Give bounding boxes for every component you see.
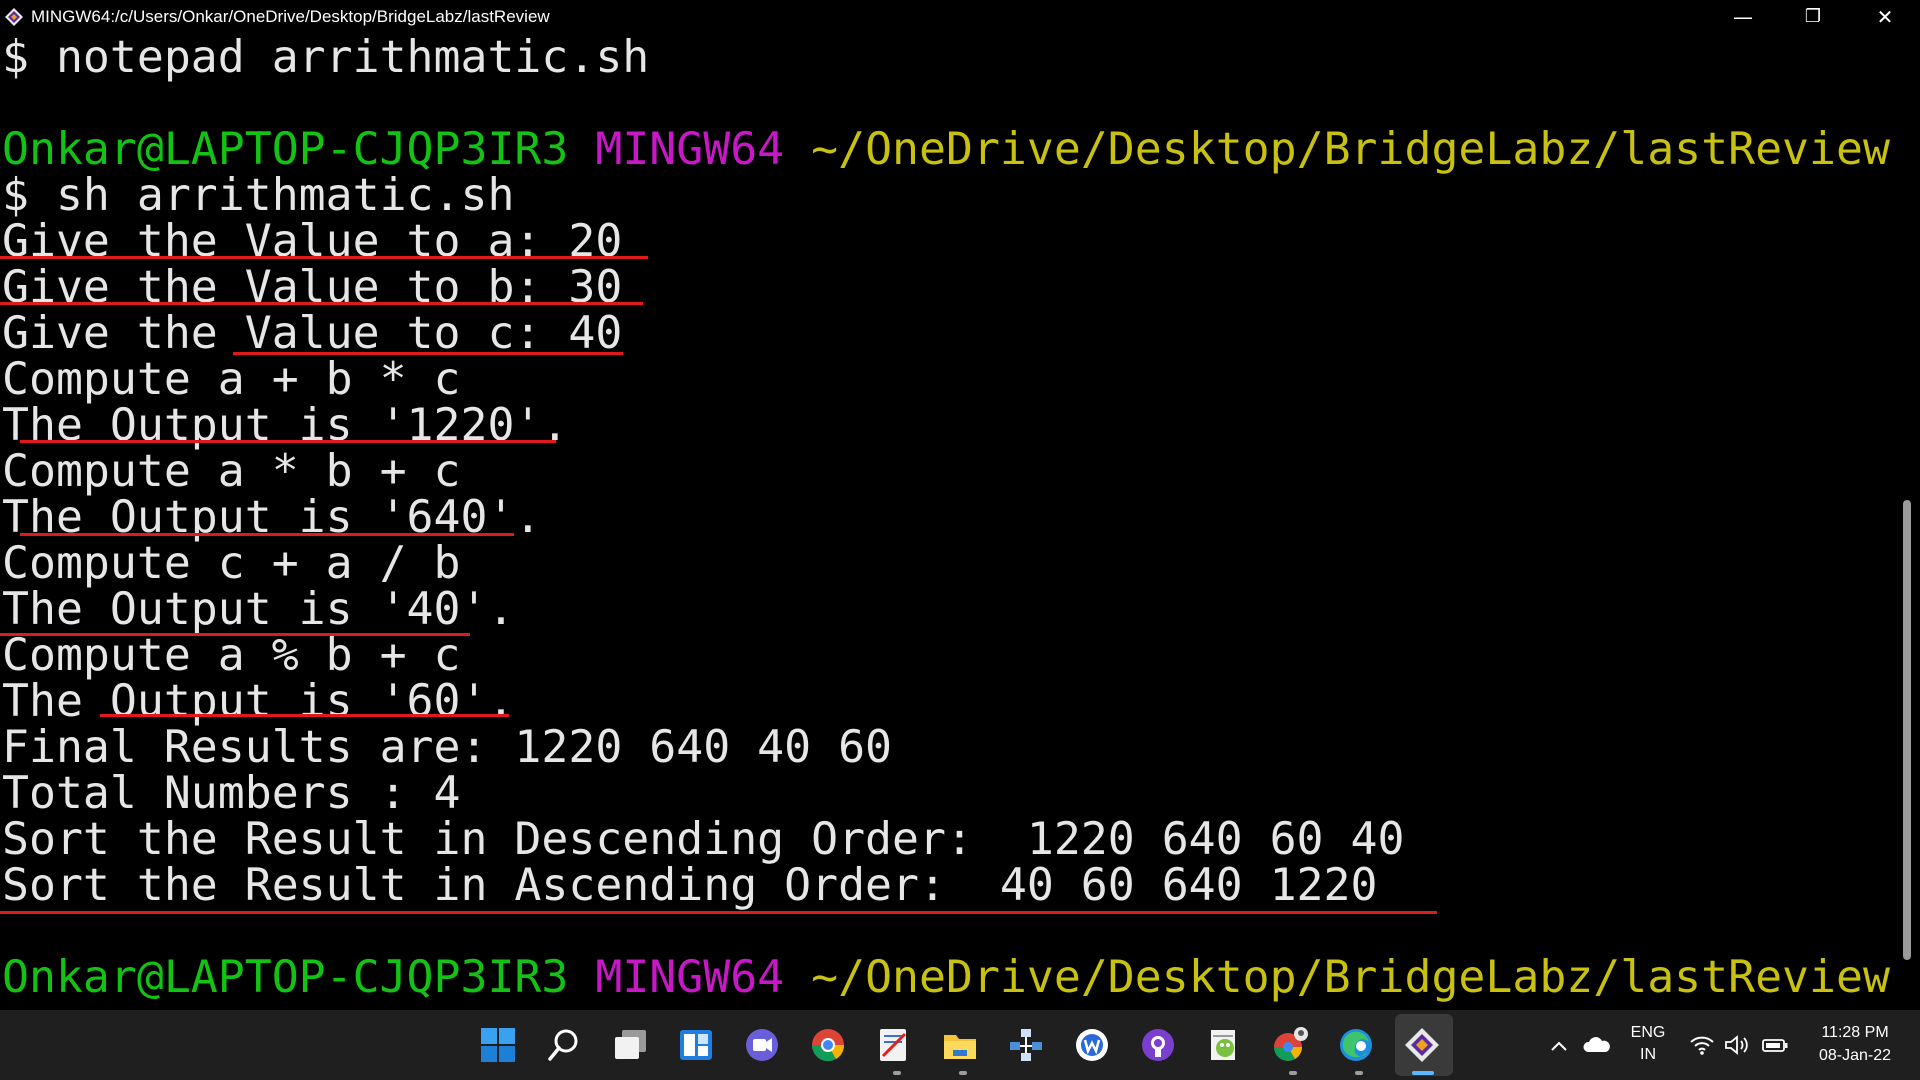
terminal-line: $ notepad arrithmatic.sh	[2, 30, 650, 83]
prompt-shell: MINGW64	[595, 950, 785, 1003]
prompt-line: Onkar@LAPTOP-CJQP3IR3 MINGW64 ~/OneDrive…	[2, 954, 1890, 1000]
file-explorer-icon[interactable]	[938, 1023, 982, 1067]
terminal-output[interactable]: $ notepad arrithmatic.sh Onkar@LAPTOP-CJ…	[0, 34, 1900, 1010]
running-indicator	[893, 1071, 901, 1075]
annotation-underline	[0, 256, 648, 259]
volume-icon[interactable]	[1722, 1030, 1752, 1060]
edge-icon[interactable]	[1334, 1023, 1378, 1067]
widgets-icon[interactable]	[674, 1023, 718, 1067]
network-app-icon[interactable]	[1004, 1023, 1048, 1067]
annotation-underline	[0, 633, 470, 636]
git-bash-icon[interactable]	[1400, 1023, 1444, 1067]
scrollbar-thumb[interactable]	[1903, 500, 1911, 960]
terminal-line: Final Results are: 1220 640 40 60	[2, 720, 893, 773]
notepad-plus-plus-icon[interactable]	[1202, 1023, 1246, 1067]
region-code: IN	[1640, 1046, 1656, 1063]
language-indicator[interactable]: ENG IN	[1624, 1022, 1672, 1066]
prompt-user: Onkar@LAPTOP-CJQP3IR3	[2, 950, 569, 1003]
terminal-line: $ sh arrithmatic.sh	[2, 168, 515, 221]
clock-time: 11:28 PM	[1821, 1024, 1889, 1041]
terminal-line: Compute a % b + c	[2, 628, 461, 681]
prompt-path: ~/OneDrive/Desktop/BridgeLabz/lastReview	[811, 122, 1890, 175]
prompt-line: Onkar@LAPTOP-CJQP3IR3 MINGW64 ~/OneDrive…	[2, 126, 1890, 172]
terminal-line: Compute c + a / b	[2, 536, 461, 589]
terminal-line: Give the Value to c: 40	[2, 306, 623, 359]
terminal-line: Sort the Result in Descending Order: 122…	[2, 812, 1405, 865]
annotation-underline	[20, 533, 514, 536]
wifi-icon[interactable]	[1688, 1030, 1716, 1060]
chrome-profile-icon[interactable]	[1268, 1023, 1312, 1067]
terminal-line: The Output is '40'.	[2, 582, 515, 635]
terminal-line: Compute a * b + c	[2, 444, 461, 497]
battery-icon[interactable]	[1760, 1030, 1790, 1060]
title-bar: MINGW64:/c/Users/Onkar/OneDrive/Desktop/…	[0, 0, 1920, 34]
annotation-underline	[0, 302, 643, 305]
annotation-underline	[100, 714, 509, 717]
wps-icon[interactable]	[1070, 1023, 1114, 1067]
prompt-path: ~/OneDrive/Desktop/BridgeLabz/lastReview	[811, 950, 1890, 1003]
minimize-button[interactable]: —	[1708, 0, 1778, 34]
git-bash-app-icon	[5, 8, 23, 26]
snipping-tool-icon[interactable]	[872, 1023, 916, 1067]
search-icon[interactable]	[542, 1023, 586, 1067]
running-indicator	[1289, 1071, 1297, 1075]
github-desktop-icon[interactable]	[1136, 1023, 1180, 1067]
chevron-up-icon[interactable]	[1548, 1030, 1570, 1060]
maximize-button[interactable]: ❐	[1778, 0, 1848, 34]
clock-date: 08-Jan-22	[1818, 1047, 1892, 1064]
onedrive-cloud-icon[interactable]	[1582, 1030, 1612, 1060]
active-indicator	[1412, 1071, 1434, 1075]
terminal-line: Sort the Result in Ascending Order: 40 6…	[2, 858, 1378, 911]
chrome-icon[interactable]	[806, 1023, 850, 1067]
running-indicator	[1355, 1071, 1363, 1075]
close-button[interactable]: ✕	[1850, 0, 1920, 34]
window-title: MINGW64:/c/Users/Onkar/OneDrive/Desktop/…	[31, 7, 550, 26]
task-view-icon[interactable]	[608, 1023, 652, 1067]
terminal-line: Compute a + b * c	[2, 352, 461, 405]
terminal-line: Total Numbers : 4	[2, 766, 461, 819]
annotation-underline	[20, 440, 556, 443]
annotation-underline	[0, 911, 1437, 914]
annotation-underline	[233, 352, 623, 355]
prompt-shell: MINGW64	[595, 122, 785, 175]
start-icon[interactable]	[476, 1023, 520, 1067]
running-indicator	[959, 1071, 967, 1075]
language-code: ENG	[1630, 1024, 1666, 1041]
teams-chat-icon[interactable]	[740, 1023, 784, 1067]
terminal-line: The Output is '60'.	[2, 674, 515, 727]
clock[interactable]: 11:28 PM 08-Jan-22	[1800, 1021, 1910, 1067]
